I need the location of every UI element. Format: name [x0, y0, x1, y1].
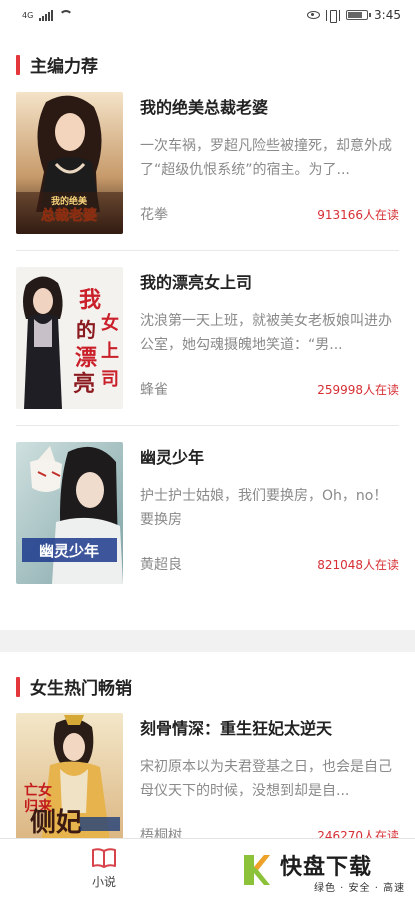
watermark-tagline: 绿色 · 安全 · 高速: [314, 883, 406, 894]
book-card[interactable]: 幽灵少年 幽灵少年 护士护士姑娘，我们要换房，Oh，no！要换房 黄超良 821…: [16, 442, 399, 592]
divider: [16, 250, 399, 251]
book-card[interactable]: 我的绝美 总裁老婆 我的绝美总裁老婆 一次车祸，罗超凡险些被撞死，却意外成了“超…: [16, 92, 399, 242]
status-bar: 4G 3:45: [0, 0, 415, 30]
reader-count: 913166人在读: [317, 208, 399, 222]
cover-art: 亡女 归来 侧妃: [16, 713, 123, 855]
nav-label: 小说: [91, 875, 116, 889]
section-accent-bar: [16, 54, 20, 75]
vibrate-icon: [326, 9, 341, 23]
section-separator: [0, 630, 415, 652]
cover-art: 我的绝美 总裁老婆: [16, 92, 123, 234]
book-card[interactable]: 我 女 的 漂 上 亮 司 我的漂亮女上司 沈浪第一天上班，就被美女老板娘叫进办…: [16, 267, 399, 417]
section-title: 主编力荐: [30, 57, 98, 77]
site-watermark: 快盘下载 绿色 · 安全 · 高速: [240, 847, 415, 895]
cover-art: 幽灵少年: [16, 442, 123, 584]
svg-text:我的绝美: 我的绝美: [51, 195, 88, 207]
cover-art: 我 女 的 漂 上 亮 司: [16, 267, 123, 409]
svg-text:的: 的: [76, 318, 96, 342]
section-accent-bar: [16, 676, 20, 697]
svg-text:司: 司: [101, 369, 119, 390]
book-title[interactable]: 幽灵少年: [140, 444, 204, 468]
nav-item-novels[interactable]: 小说: [78, 847, 130, 890]
book-description: 宋初原本以为夫君登基之日，也会是自己母仪天下的时候，没想到却是自...: [140, 759, 392, 799]
network-type: 4G: [22, 10, 34, 20]
section-title: 女生热门畅销: [30, 679, 132, 699]
section-header-female-bestsellers: 女生热门畅销: [16, 674, 132, 699]
svg-text:总裁老婆: 总裁老婆: [41, 207, 97, 224]
book-cover[interactable]: 幽灵少年: [16, 442, 123, 584]
book-description: 一次车祸，罗超凡险些被撞死，却意外成了“超级仇恨系统”的宿主。为了...: [140, 138, 392, 178]
section-header-editor-picks: 主编力荐: [16, 52, 98, 77]
book-title[interactable]: 我的绝美总裁老婆: [140, 94, 268, 118]
reader-count: 259998人在读: [317, 383, 399, 397]
book-cover[interactable]: 亡女 归来 侧妃: [16, 713, 123, 855]
svg-text:亡女: 亡女: [24, 782, 52, 799]
svg-text:亮: 亮: [73, 371, 95, 397]
svg-text:幽灵少年: 幽灵少年: [39, 542, 99, 560]
book-description: 护士护士姑娘，我们要换房，Oh，no！要换房: [140, 488, 388, 528]
reader-count: 821048人在读: [317, 558, 399, 572]
book-author: 黄超良: [140, 557, 182, 573]
book-title[interactable]: 我的漂亮女上司: [140, 269, 252, 293]
svg-text:侧妃: 侧妃: [30, 807, 82, 838]
book-cover[interactable]: 我 女 的 漂 上 亮 司: [16, 267, 123, 409]
svg-text:女: 女: [101, 312, 119, 334]
svg-text:上: 上: [101, 341, 119, 362]
bottom-navigation: 小说 快盘下载 绿色 · 安全 · 高速: [0, 838, 415, 900]
battery-icon: [346, 10, 372, 20]
book-description: 沈浪第一天上班，就被美女老板娘叫进办公室，她勾魂摄魄地笑道：“男...: [140, 313, 392, 353]
divider: [16, 425, 399, 426]
book-cover[interactable]: 我的绝美 总裁老婆: [16, 92, 123, 234]
signal-icon: [39, 9, 54, 21]
wifi-icon: [59, 10, 74, 20]
status-time: 3:45: [374, 8, 401, 22]
book-icon: [92, 848, 116, 868]
svg-text:我: 我: [79, 287, 101, 313]
book-title[interactable]: 刻骨情深：重生狂妃太逆天: [140, 715, 332, 739]
svg-text:漂: 漂: [75, 345, 97, 371]
book-author: 花拳: [140, 207, 168, 223]
watermark-brand: 快盘下载: [280, 855, 373, 880]
eye-comfort-icon: [307, 11, 321, 19]
watermark-logo-icon: [244, 855, 270, 885]
book-author: 蜂雀: [140, 382, 168, 398]
